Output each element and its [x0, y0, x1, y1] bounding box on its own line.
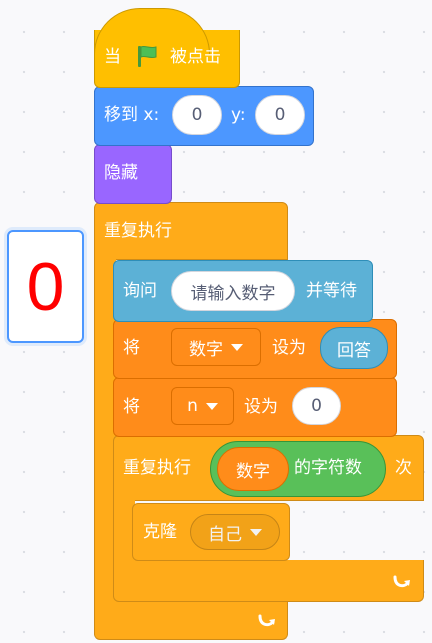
set-number-to-label: 设为 — [272, 338, 306, 358]
green-flag-icon — [134, 43, 160, 73]
goto-x-input[interactable]: 0 — [172, 95, 222, 135]
chevron-down-icon — [205, 402, 218, 410]
answer-reporter-text: 回答 — [337, 340, 371, 361]
set-n-to-label: 设为 — [244, 397, 278, 417]
length-text: 的字符数 — [294, 458, 362, 478]
goto-y-text: 0 — [274, 105, 286, 125]
length-var-reporter[interactable]: 数字 — [217, 447, 289, 491]
goto-y-input[interactable]: 0 — [255, 95, 305, 135]
hide-label: 隐藏 — [104, 163, 138, 183]
set-n-value-input[interactable]: 0 — [292, 387, 341, 425]
ask-question-input[interactable]: 请输入数字 — [171, 271, 295, 311]
repeat-loop-icon — [391, 572, 413, 596]
set-number-variable-text: 数字 — [189, 339, 223, 360]
set-n-label: 将 — [123, 397, 140, 417]
answer-reporter[interactable]: 回答 — [320, 327, 388, 369]
variable-monitor[interactable]: 0 — [7, 230, 84, 343]
goto-y-label: y: — [231, 105, 246, 125]
set-n-value-text: 0 — [311, 396, 322, 416]
forever-loop-icon — [256, 611, 278, 635]
repeat-suffix: 次 — [395, 458, 412, 478]
set-number-label: 将 — [123, 338, 140, 358]
ask-suffix: 并等待 — [306, 281, 357, 301]
set-n-variable-text: n — [187, 396, 198, 416]
forever-label: 重复执行 — [104, 221, 172, 241]
monitor-value: 0 — [26, 248, 65, 325]
clone-target-dropdown[interactable]: 自己 — [190, 514, 280, 550]
hat-clicked-text: 被点击 — [170, 47, 221, 67]
goto-label: 移到 x: — [104, 105, 160, 125]
repeat-bottom — [113, 560, 424, 602]
goto-x-text: 0 — [191, 105, 203, 125]
clone-target-text: 自己 — [208, 524, 242, 545]
repeat-label: 重复执行 — [123, 458, 191, 478]
chevron-down-icon — [231, 343, 243, 351]
set-number-variable-dropdown[interactable]: 数字 — [171, 328, 261, 366]
chevron-down-icon — [250, 528, 262, 536]
set-n-variable-dropdown[interactable]: n — [171, 387, 234, 425]
ask-question-text: 请输入数字 — [190, 283, 276, 304]
ask-label: 询问 — [123, 281, 157, 301]
clone-label: 克隆 — [143, 522, 177, 542]
length-var-text: 数字 — [236, 461, 270, 482]
length-operator[interactable]: 数字 的字符数 — [210, 441, 386, 497]
hat-when-text: 当 — [104, 47, 121, 67]
